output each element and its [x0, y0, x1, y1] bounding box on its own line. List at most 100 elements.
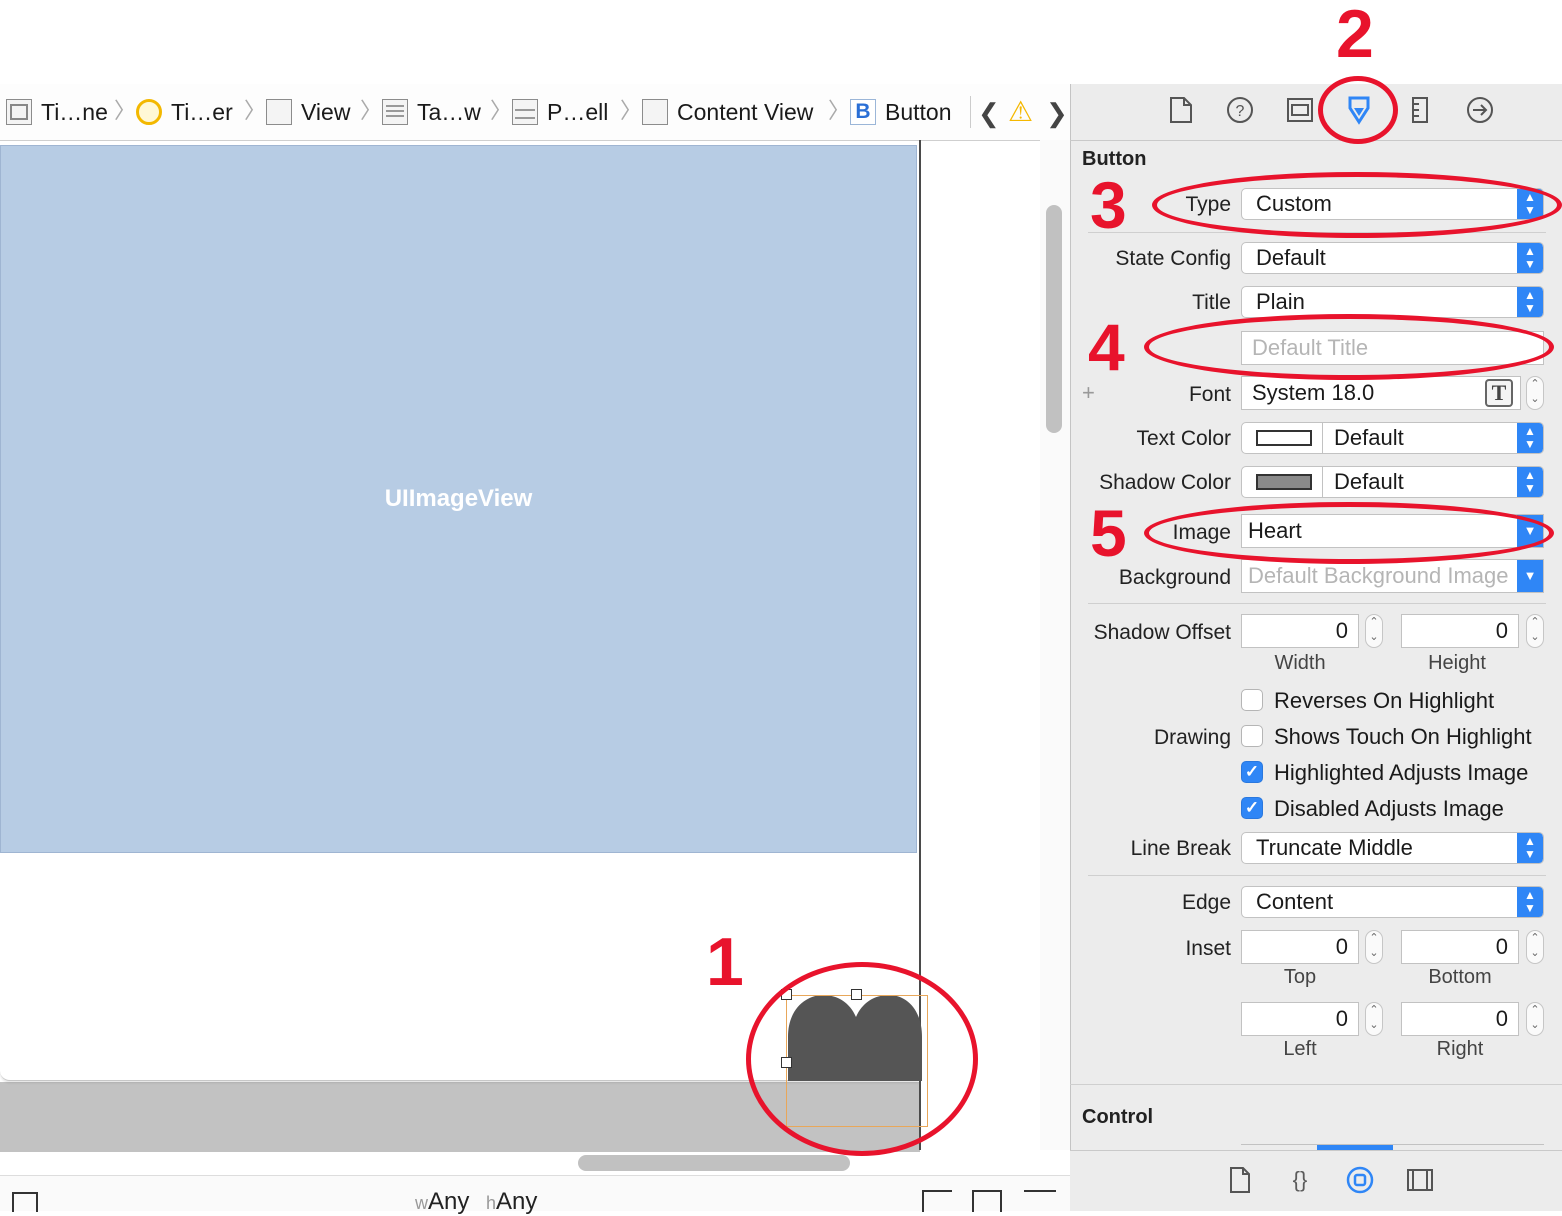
table-view-icon: [382, 99, 408, 125]
font-field[interactable]: System 18.0: [1241, 376, 1521, 410]
breadcrumb-separator: 〉: [114, 98, 137, 123]
breadcrumb-item-table-cell[interactable]: P…ell: [512, 84, 608, 140]
image-view-label: UIImageView: [384, 485, 533, 512]
media-library-icon[interactable]: [1406, 1168, 1434, 1192]
reverses-on-highlight-checkbox[interactable]: [1241, 689, 1263, 711]
shadow-offset-width-field[interactable]: 0: [1241, 614, 1359, 648]
chevron-updown-icon: ▲ ▼: [1517, 833, 1543, 863]
inset-right-stepper[interactable]: ⌃ ⌄: [1526, 1002, 1544, 1036]
breadcrumb-item-storyboard[interactable]: Ti…ne: [6, 84, 108, 140]
font-picker-icon[interactable]: T: [1485, 379, 1513, 407]
breadcrumb-item-button[interactable]: B Button: [850, 84, 952, 140]
width-caption: Width: [1274, 652, 1326, 674]
object-library-icon[interactable]: [1346, 1166, 1374, 1194]
edge-label: Edge: [1181, 891, 1231, 914]
annotation-number-4: 4: [1088, 310, 1125, 384]
chevron-updown-icon: ▲ ▼: [1517, 287, 1543, 317]
state-config-popup[interactable]: Default ▲ ▼: [1241, 242, 1544, 274]
title-popup[interactable]: Plain ▲ ▼: [1241, 286, 1544, 318]
shadow-offset-height-field[interactable]: 0: [1401, 614, 1519, 648]
file-inspector-icon[interactable]: [1168, 96, 1194, 124]
jump-bar: Ti…ne 〉 Ti…er 〉 View 〉 Ta…w 〉 P…ell 〉 Co…: [0, 84, 1070, 141]
previous-issue-icon[interactable]: ❮: [978, 97, 1000, 129]
text-color-label: Text Color: [1136, 427, 1231, 450]
align-icon[interactable]: [922, 1190, 952, 1212]
storyboard-icon: [6, 99, 32, 125]
inset-left-stepper[interactable]: ⌃ ⌄: [1365, 1002, 1383, 1036]
image-view[interactable]: UIImageView: [0, 145, 917, 853]
divider: [1088, 875, 1546, 876]
right-caption: Right: [1436, 1038, 1484, 1060]
size-inspector-icon[interactable]: [1410, 96, 1430, 124]
button-icon: B: [850, 99, 876, 125]
divider: [970, 96, 971, 128]
canvas-horizontal-scrollbar[interactable]: [578, 1155, 850, 1171]
chevron-down-icon: ▼: [1517, 560, 1543, 592]
shadow-color-popup[interactable]: Default ▲ ▼: [1241, 466, 1544, 498]
code-snippet-icon[interactable]: {}: [1286, 1166, 1314, 1194]
file-template-icon[interactable]: [1228, 1166, 1252, 1194]
shows-touch-on-highlight-checkbox[interactable]: [1241, 725, 1263, 747]
background-combo-box[interactable]: Default Background Image ▼: [1241, 559, 1544, 593]
inset-top-field[interactable]: 0: [1241, 930, 1359, 964]
annotation-circle-type: [1152, 172, 1562, 238]
inset-bottom-field[interactable]: 0: [1401, 930, 1519, 964]
next-issue-icon[interactable]: ❯: [1046, 97, 1068, 129]
svg-text:?: ?: [1236, 103, 1245, 120]
canvas-vertical-scrollbar[interactable]: [1046, 205, 1062, 433]
document-outline-toggle-icon[interactable]: [12, 1192, 38, 1212]
title-label: Title: [1192, 291, 1231, 314]
inset-bottom-stepper[interactable]: ⌃ ⌄: [1526, 930, 1544, 964]
edge-popup[interactable]: Content ▲ ▼: [1241, 886, 1544, 918]
quick-help-icon[interactable]: ?: [1226, 96, 1254, 124]
text-color-popup[interactable]: Default ▲ ▼: [1241, 422, 1544, 454]
size-class-control[interactable]: wAny hAny: [415, 1188, 537, 1216]
font-label: Font: [1188, 383, 1231, 406]
inset-right-field[interactable]: 0: [1401, 1002, 1519, 1036]
warning-icon[interactable]: ⚠: [1008, 96, 1033, 128]
view-icon: [642, 99, 668, 125]
breadcrumb-item-view[interactable]: View: [266, 84, 350, 140]
resolve-auto-layout-icon[interactable]: [1024, 1190, 1056, 1212]
height-caption: Height: [1428, 652, 1486, 674]
breadcrumb-separator: 〉: [620, 98, 643, 123]
highlighted-adjusts-image-checkbox[interactable]: ✓: [1241, 761, 1263, 783]
disabled-adjusts-image-label: Disabled Adjusts Image: [1274, 796, 1504, 821]
divider: [1070, 1084, 1562, 1085]
inset-left-field[interactable]: 0: [1241, 1002, 1359, 1036]
text-color-swatch: [1256, 430, 1312, 446]
drawing-label: Drawing: [1153, 726, 1231, 749]
chevron-updown-icon: ▲ ▼: [1517, 243, 1543, 273]
breadcrumb-item-view-controller[interactable]: Ti…er: [136, 84, 233, 140]
annotation-circle-image: [1144, 502, 1554, 564]
breadcrumb-item-content-view[interactable]: Content View: [642, 84, 813, 140]
chevron-updown-icon: ▲ ▼: [1517, 467, 1543, 497]
annotation-number-5: 5: [1090, 496, 1127, 570]
breadcrumb-separator: 〉: [360, 98, 383, 123]
section-title-control: Control: [1082, 1106, 1154, 1128]
divider: [1088, 603, 1546, 604]
annotation-number-1: 1: [706, 924, 744, 1000]
shadow-height-stepper[interactable]: ⌃ ⌄: [1526, 614, 1544, 648]
shadow-offset-label: Shadow Offset: [1093, 621, 1231, 644]
breadcrumb-separator: 〉: [828, 98, 851, 123]
bottom-caption: Bottom: [1428, 966, 1492, 988]
disabled-adjusts-image-checkbox[interactable]: ✓: [1241, 797, 1263, 819]
shadow-color-label: Shadow Color: [1099, 471, 1231, 494]
inset-top-stepper[interactable]: ⌃ ⌄: [1365, 930, 1383, 964]
inset-label: Inset: [1185, 937, 1231, 960]
shadow-width-stepper[interactable]: ⌃ ⌄: [1365, 614, 1383, 648]
connections-inspector-icon[interactable]: [1466, 96, 1494, 124]
top-caption: Top: [1283, 966, 1317, 988]
chevron-updown-icon: ▲ ▼: [1517, 423, 1543, 453]
shadow-color-swatch: [1256, 474, 1312, 490]
annotation-number-2: 2: [1336, 0, 1374, 72]
view-controller-icon: [136, 99, 162, 125]
annotation-circle-title: [1144, 314, 1554, 380]
font-size-stepper[interactable]: ⌃ ⌄: [1526, 376, 1544, 410]
breadcrumb-item-table-view[interactable]: Ta…w: [382, 84, 481, 140]
identity-inspector-icon[interactable]: [1286, 97, 1314, 123]
line-break-popup[interactable]: Truncate Middle ▲ ▼: [1241, 832, 1544, 864]
pin-icon[interactable]: [972, 1190, 1002, 1212]
line-break-label: Line Break: [1130, 837, 1231, 860]
